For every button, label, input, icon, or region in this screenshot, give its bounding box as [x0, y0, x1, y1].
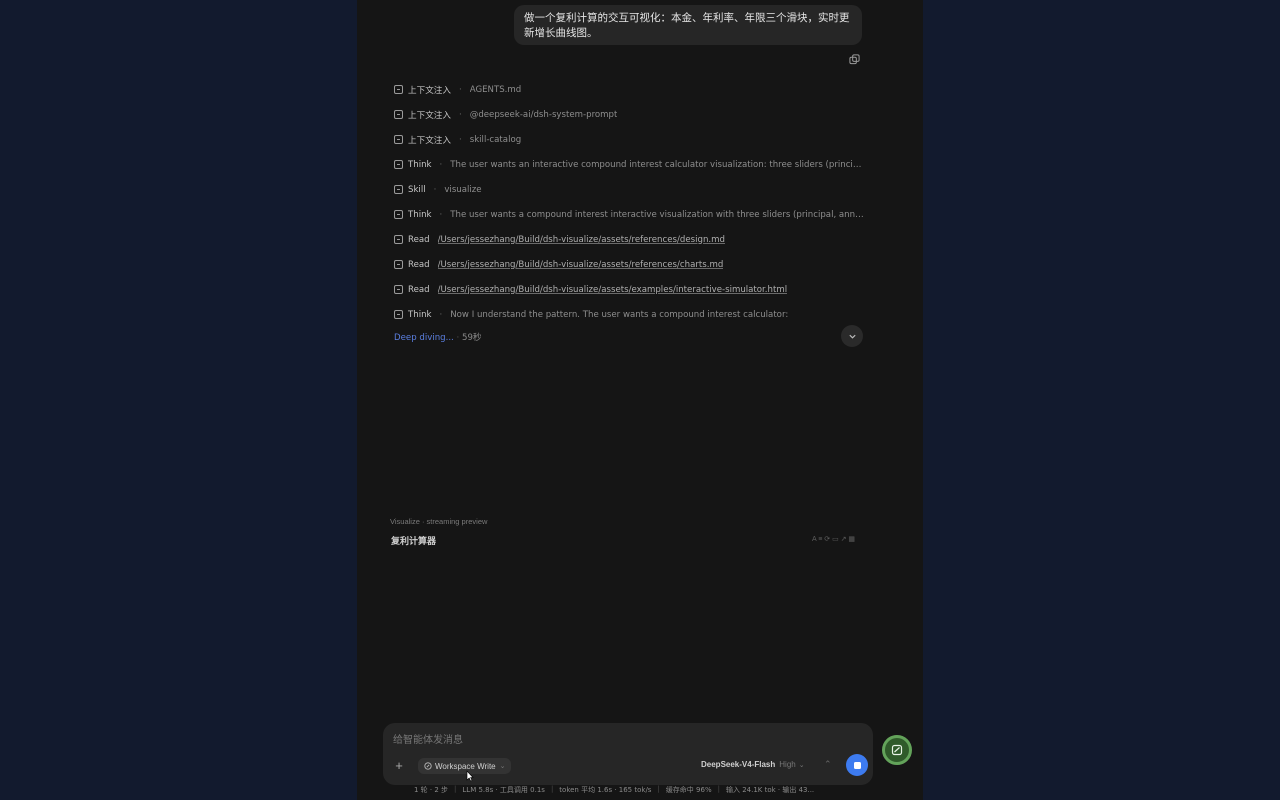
step-value: @deepseek-ai/dsh-system-prompt: [469, 109, 618, 120]
step-label: Read: [408, 284, 430, 295]
step-value[interactable]: /Users/jessezhang/Build/dsh-visualize/as…: [438, 260, 724, 270]
step-separator: ·: [433, 184, 437, 195]
step-separator: ·: [458, 134, 462, 145]
document-icon: [394, 135, 403, 144]
collapse-steps-button[interactable]: [841, 325, 863, 347]
chevron-down-icon: ⌄: [798, 761, 805, 769]
step-row[interactable]: Skill · visualize: [394, 177, 864, 202]
think-icon: [394, 160, 403, 169]
step-value: visualize: [444, 184, 482, 195]
step-value: Now I understand the pattern. The user w…: [450, 309, 789, 320]
floating-action-button[interactable]: [882, 735, 912, 765]
step-value: AGENTS.md: [469, 84, 522, 95]
activity-status: Deep diving...: [394, 333, 454, 343]
read-icon: [394, 260, 403, 269]
chevron-down-icon: ⌄: [499, 763, 506, 770]
step-row[interactable]: Think · The user wants a compound interest…: [394, 202, 864, 227]
step-label: Read: [408, 259, 430, 270]
visualize-title: 复利计算器: [391, 537, 437, 547]
step-value[interactable]: /Users/jessezhang/Build/dsh-visualize/as…: [438, 235, 725, 245]
step-separator: ·: [458, 84, 462, 95]
step-label: Skill: [408, 184, 426, 195]
step-row[interactable]: 上下文注入 · @deepseek-ai/dsh-system-prompt: [394, 102, 864, 127]
step-value: The user wants an interactive compound i…: [450, 159, 864, 170]
agent-steps-list: 上下文注入 · AGENTS.md 上下文注入 · @deepseek-ai/dsh-sy…: [394, 77, 864, 327]
step-separator: ·: [458, 109, 462, 120]
footer-stats: 1 轮 · 2 步 | LLM 5.8s · 工具调用 0.1s | token 平…: [414, 785, 815, 794]
stop-icon: [853, 761, 861, 769]
chat-icon: [891, 744, 903, 756]
step-row[interactable]: 上下文注入 · skill-catalog: [394, 127, 864, 152]
stop-button[interactable]: [846, 754, 868, 776]
composer: + Workspace Write ⌄ DeepSeek-V4-Flash Hi…: [383, 723, 873, 785]
model-selector[interactable]: DeepSeek-V4-Flash High ⌄: [701, 760, 805, 769]
model-name: DeepSeek-V4-Flash: [701, 760, 776, 769]
step-row[interactable]: Read/Users/jessezhang/Build/dsh-visualiz…: [394, 227, 864, 252]
mouse-cursor-icon: [466, 770, 474, 782]
copy-icon[interactable]: [847, 52, 861, 66]
step-row[interactable]: Think · Now I understand the pattern. The …: [394, 302, 864, 327]
llm-timing: LLM 5.8s · 工具调用 0.1s: [462, 786, 545, 794]
message-input[interactable]: [393, 732, 793, 748]
step-label: 上下文注入: [408, 85, 451, 96]
cache-hit: 缓存命中 96%: [665, 786, 712, 794]
document-icon: [394, 110, 403, 119]
step-value[interactable]: /Users/jessezhang/Build/dsh-visualize/as…: [438, 285, 788, 295]
document-icon: [394, 85, 403, 94]
step-label: 上下文注入: [408, 135, 451, 146]
step-row[interactable]: 上下文注入 · AGENTS.md: [394, 77, 864, 102]
token-rate: token 平均 1.6s · 165 tok/s: [559, 786, 652, 794]
step-separator: ·: [439, 309, 443, 320]
step-label: Think: [408, 159, 432, 170]
reasoning-effort: High: [779, 760, 796, 769]
step-row[interactable]: Think · The user wants an interactive comp…: [394, 152, 864, 177]
visualize-header: Visualize · streaming preview: [390, 517, 488, 526]
read-icon: [394, 235, 403, 244]
skill-icon: [394, 185, 403, 194]
turn-count: 1 轮 · 2 步: [414, 786, 449, 794]
chevron-down-icon: [848, 334, 856, 339]
status-line: Deep diving... · 59秒: [394, 333, 482, 343]
step-row[interactable]: Read/Users/jessezhang/Build/dsh-visualiz…: [394, 277, 864, 302]
read-icon: [394, 285, 403, 294]
elapsed-time: 59秒: [462, 333, 482, 343]
think-icon: [394, 210, 403, 219]
step-row[interactable]: Read/Users/jessezhang/Build/dsh-visualiz…: [394, 252, 864, 277]
step-label: Read: [408, 234, 430, 245]
step-label: Think: [408, 309, 432, 320]
chevron-up-icon[interactable]: ⌃: [824, 759, 832, 770]
step-value: The user wants a compound interest inter…: [450, 209, 864, 220]
step-value: skill-catalog: [469, 134, 522, 145]
edit-icon: [424, 762, 432, 770]
think-icon: [394, 310, 403, 319]
mode-selector[interactable]: Workspace Write ⌄: [418, 758, 512, 774]
step-label: 上下文注入: [408, 110, 451, 121]
add-attachment-button[interactable]: +: [392, 759, 406, 773]
visualize-toolbar[interactable]: A ≡ ⟳ ▭ ↗ ▦: [812, 535, 855, 543]
step-separator: ·: [439, 159, 443, 170]
chat-panel: 做一个复利计算的交互可视化：本金、年利率、年限三个滑块，实时更新增长曲线图。 上…: [357, 0, 923, 800]
user-message-bubble: 做一个复利计算的交互可视化：本金、年利率、年限三个滑块，实时更新增长曲线图。: [514, 5, 862, 45]
step-label: Think: [408, 209, 432, 220]
token-io: 输入 24.1K tok · 输出 43...: [725, 786, 815, 794]
step-separator: ·: [439, 209, 443, 220]
